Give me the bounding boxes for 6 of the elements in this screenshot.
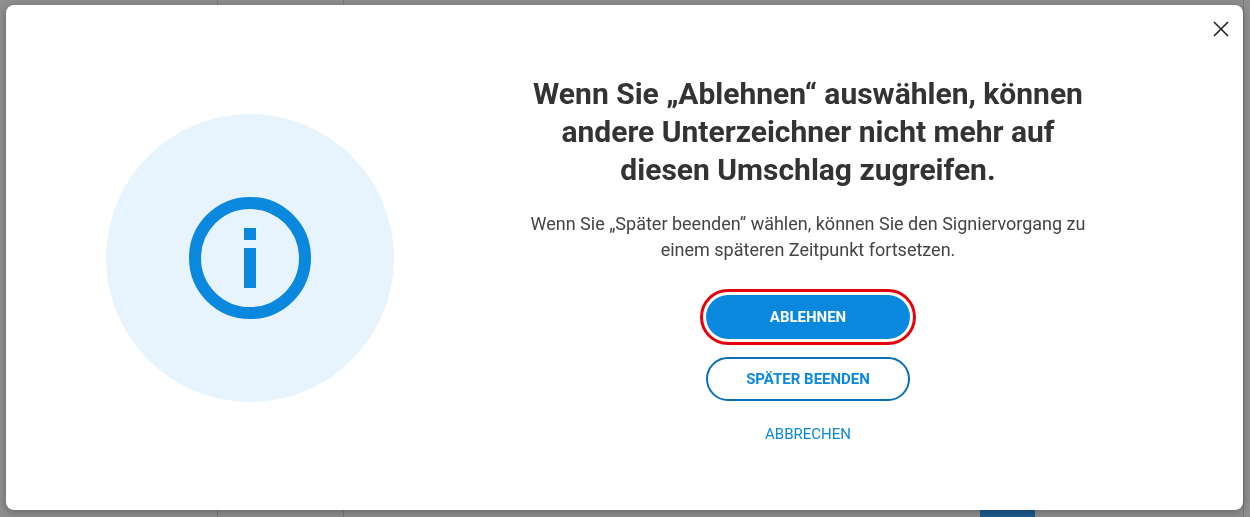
dialog-button[interactable]: SPÄTER BEENDEN	[706, 357, 910, 401]
info-icon	[105, 113, 394, 402]
dialog-message: Wenn Sie „Später beenden“ wählen, können Sie den Signiervorgang zu einem späteren Zeitpunkt fortsetzen.	[529, 212, 1087, 262]
close-icon[interactable]	[1213, 21, 1229, 37]
dialog-button[interactable]: ABBRECHEN	[706, 419, 910, 449]
dialog-heading: Wenn Sie „Ablehnen“ auswählen, können andere Unterzeichner nicht mehr auf diesen Umschlag zugreifen.	[532, 75, 1084, 189]
